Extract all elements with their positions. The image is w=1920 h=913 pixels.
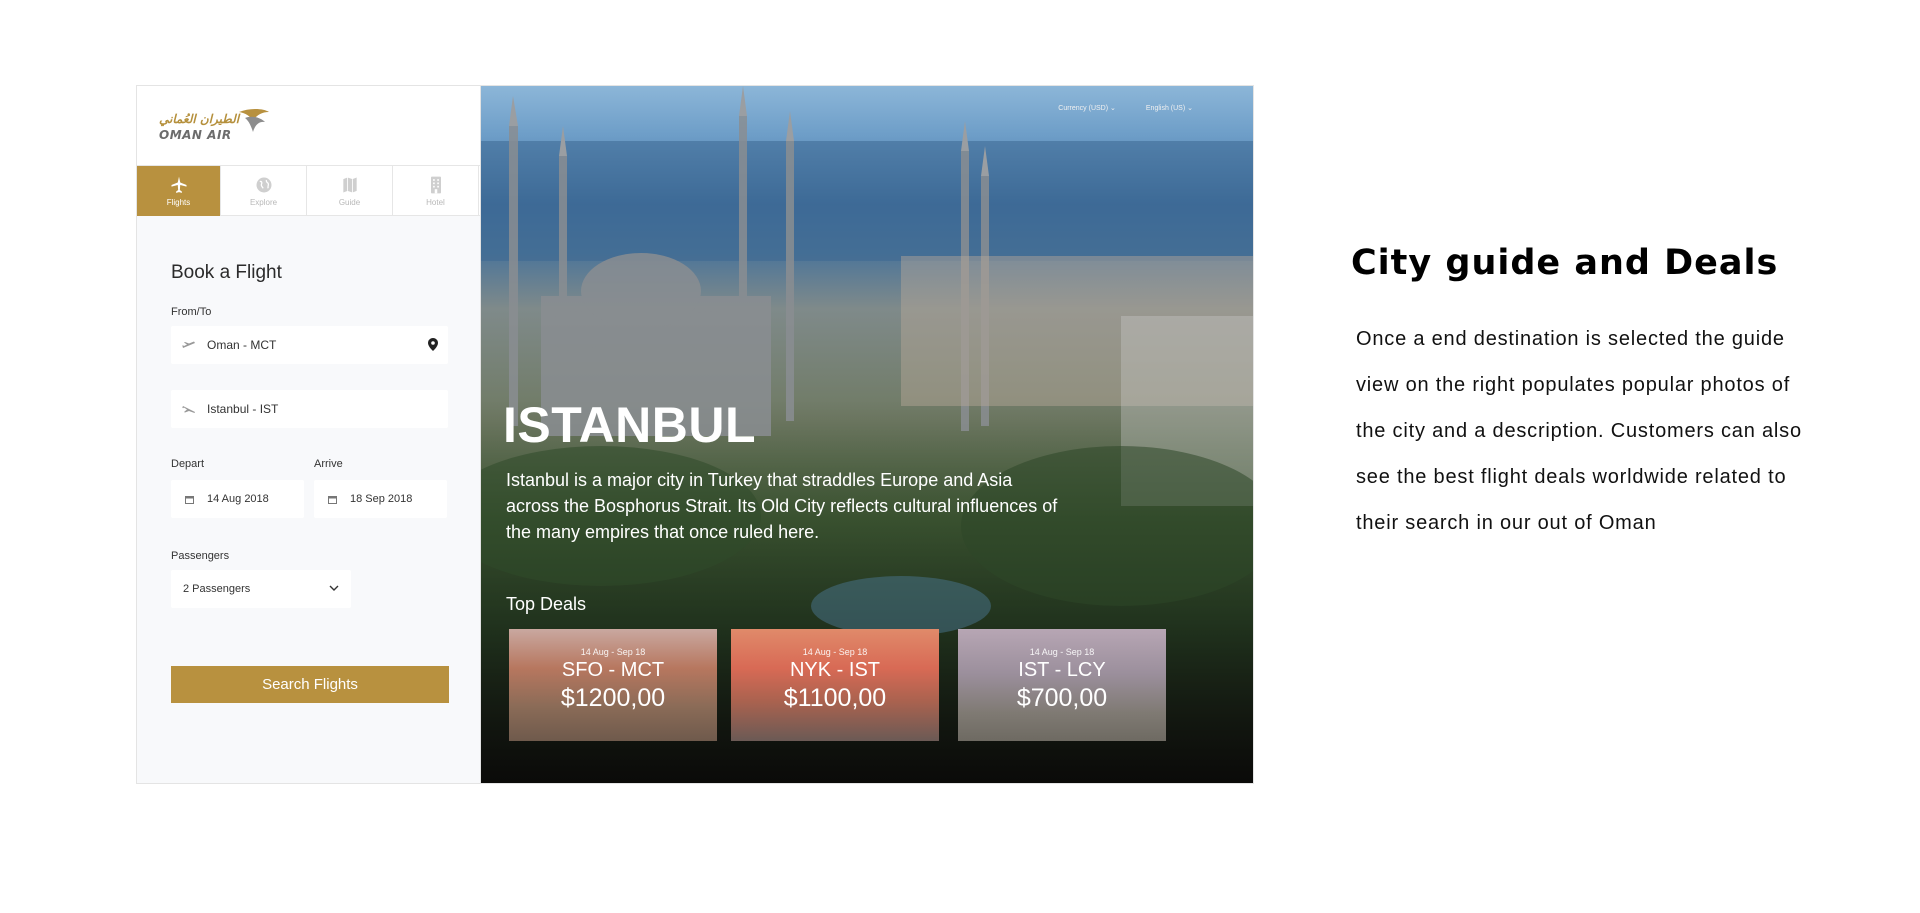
depart-group: Depart 14 Aug 2018 xyxy=(171,458,304,518)
language-selector[interactable]: English (US) ⌄ xyxy=(1146,104,1193,112)
passengers-value: 2 Passengers xyxy=(183,583,251,595)
plane-icon xyxy=(171,176,186,193)
feature-title: City guide and Deals xyxy=(1351,243,1779,283)
destination-field[interactable]: Istanbul - IST xyxy=(171,390,448,428)
top-deals-title: Top Deals xyxy=(506,594,587,614)
depart-date-value: 14 Aug 2018 xyxy=(207,493,269,505)
booking-sidebar: الطيران العُماني OMAN AIR Flights Explor… xyxy=(137,86,481,783)
date-row: Depart 14 Aug 2018 Arrive 18 Sep 2018 xyxy=(171,458,448,518)
city-title: ISTANBUL xyxy=(503,397,757,453)
depart-label: Depart xyxy=(171,458,205,470)
landing-icon xyxy=(171,404,207,414)
from-to-label: From/To xyxy=(171,306,212,318)
deal-card[interactable]: 14 Aug - Sep 18 NYK - IST $1100,00 xyxy=(731,629,939,741)
tab-hotel-label: Hotel xyxy=(426,198,445,207)
calendar-icon xyxy=(171,495,207,504)
globe-icon xyxy=(256,177,271,193)
location-pin-icon[interactable] xyxy=(428,338,438,351)
tab-guide[interactable]: Guide xyxy=(307,166,393,216)
deal-dates: 14 Aug - Sep 18 xyxy=(1029,647,1095,657)
tab-explore-label: Explore xyxy=(249,198,278,207)
logo-arabic-text: الطيران العُماني xyxy=(159,112,240,126)
deal-price: $1200,00 xyxy=(560,684,666,712)
passengers-select[interactable]: 2 Passengers xyxy=(171,570,351,608)
deal-route: IST - LCY xyxy=(1018,659,1106,681)
arrive-date-field[interactable]: 18 Sep 2018 xyxy=(314,480,447,518)
logo-wordmark: OMAN AIR xyxy=(159,128,232,142)
deal-dates: 14 Aug - Sep 18 xyxy=(802,647,868,657)
deal-card[interactable]: 14 Aug - Sep 18 IST - LCY $700,00 xyxy=(958,629,1166,741)
origin-value: Oman - MCT xyxy=(207,338,277,352)
locale-links: Currency (USD) ⌄ English (US) ⌄ xyxy=(1058,104,1193,112)
building-icon xyxy=(430,176,441,194)
app-window: الطيران العُماني OMAN AIR Flights Explor… xyxy=(137,86,1253,783)
tab-flights-label: Flights xyxy=(166,198,191,207)
arrive-label: Arrive xyxy=(314,458,343,470)
depart-date-field[interactable]: 14 Aug 2018 xyxy=(171,480,304,518)
map-icon xyxy=(342,177,357,193)
tab-flights[interactable]: Flights xyxy=(137,166,221,216)
passengers-label: Passengers xyxy=(171,550,230,562)
tab-hotel[interactable]: Hotel xyxy=(393,166,479,216)
search-flights-button[interactable]: Search Flights xyxy=(171,666,449,703)
currency-selector[interactable]: Currency (USD) ⌄ xyxy=(1058,104,1116,112)
tab-explore[interactable]: Explore xyxy=(221,166,307,216)
oman-air-wing-icon xyxy=(239,109,269,132)
chevron-down-icon xyxy=(329,585,339,591)
logo[interactable]: الطيران العُماني OMAN AIR xyxy=(137,86,480,166)
deal-dates: 14 Aug - Sep 18 xyxy=(580,647,646,657)
tab-guide-label: Guide xyxy=(338,198,361,207)
takeoff-icon xyxy=(171,340,207,350)
flight-booking-form: Book a Flight From/To Oman - MCT Istanbu… xyxy=(137,262,480,608)
deal-price: $700,00 xyxy=(1016,684,1108,712)
city-description: Istanbul is a major city in Turkey that … xyxy=(506,470,1058,542)
deal-card[interactable]: 14 Aug - Sep 18 SFO - MCT $1200,00 xyxy=(509,629,717,741)
feature-description: Once a end destination is selected the g… xyxy=(1356,328,1802,534)
city-guide-panel: Currency (USD) ⌄ English (US) ⌄ ISTANBUL… xyxy=(481,86,1253,783)
origin-field[interactable]: Oman - MCT xyxy=(171,326,448,364)
form-title: Book a Flight xyxy=(171,262,282,283)
arrive-group: Arrive 18 Sep 2018 xyxy=(314,458,447,518)
calendar-icon xyxy=(314,495,350,504)
destination-value: Istanbul - IST xyxy=(207,402,279,416)
deal-price: $1100,00 xyxy=(783,684,887,712)
booking-tabs: Flights Explore Guide Hotel xyxy=(137,166,480,216)
deal-route: SFO - MCT xyxy=(561,659,665,681)
deal-route: NYK - IST xyxy=(789,659,880,681)
arrive-date-value: 18 Sep 2018 xyxy=(350,493,413,505)
